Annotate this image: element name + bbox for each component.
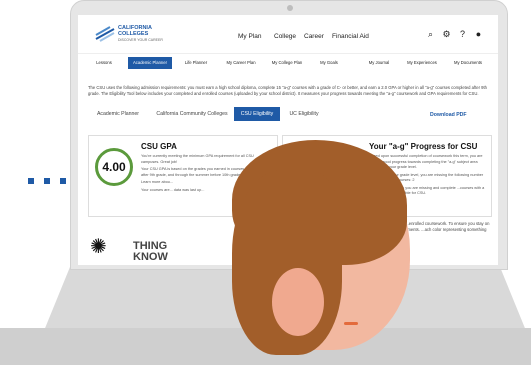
search-icon[interactable]: ⌕ [426, 30, 435, 39]
user-icon[interactable]: ● [474, 30, 483, 39]
tab-my-college-plan[interactable]: My College Plan [266, 57, 308, 69]
tab-my-documents[interactable]: My Documents [446, 57, 490, 69]
decorative-dash [44, 178, 50, 184]
nav-my-plan[interactable]: My Plan [238, 33, 261, 40]
planner-tabs: Lessons Academic Planner Life Planner My… [78, 57, 498, 71]
nav-college[interactable]: College [274, 33, 296, 40]
tab-lessons[interactable]: Lessons [84, 57, 124, 69]
person-ear [272, 268, 324, 336]
settings-icon[interactable]: ⚙ [442, 30, 451, 39]
intro-text: The CSU uses the following admission req… [88, 85, 488, 96]
decorative-dash [28, 178, 34, 184]
download-pdf-link[interactable]: Download PDF [430, 112, 467, 118]
brand-name[interactable]: CALIFORNIA COLLEGES DISCOVER YOUR CAREER [118, 25, 163, 43]
tab-my-goals[interactable]: My Goals [312, 57, 346, 69]
subtab-uc-eligibility[interactable]: UC Eligibility [284, 107, 324, 121]
camera-icon [287, 5, 293, 11]
help-icon[interactable]: ? [458, 30, 467, 39]
progress-card-title: Your "a-g" Progress for CSU [369, 142, 478, 151]
tab-academic-planner[interactable]: Academic Planner [128, 57, 172, 69]
logo-icon [95, 26, 115, 42]
subtab-california-community-colleges[interactable]: California Community Colleges [152, 107, 232, 121]
tab-my-journal[interactable]: My Journal [360, 57, 398, 69]
things-to-know-heading: THING KNOW [133, 240, 168, 263]
decorative-dash [60, 178, 66, 184]
gpa-card-title: CSU GPA [141, 142, 177, 151]
nav-career[interactable]: Career [304, 33, 324, 40]
tab-life-planner[interactable]: Life Planner [176, 57, 216, 69]
subtab-academic-planner[interactable]: Academic Planner [88, 107, 148, 121]
site-header: CALIFORNIA COLLEGES DISCOVER YOUR CAREER… [78, 15, 498, 54]
tab-my-experiences[interactable]: My Experiences [400, 57, 444, 69]
subtab-csu-eligibility[interactable]: CSU Eligibility [234, 107, 280, 121]
person-mouth [344, 322, 358, 325]
nav-financial-aid[interactable]: Financial Aid [332, 33, 369, 40]
gpa-value: 4.00 [95, 148, 133, 186]
tab-my-career-plan[interactable]: My Career Plan [220, 57, 262, 69]
lightbulb-icon: ✺ [90, 236, 107, 258]
